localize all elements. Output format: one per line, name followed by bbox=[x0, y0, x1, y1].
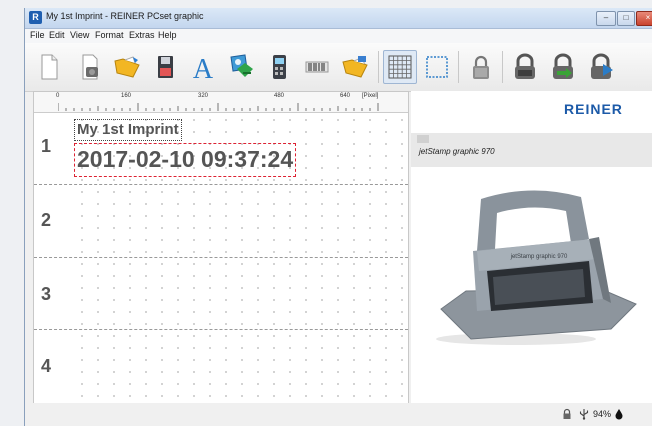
text-object-datetime[interactable]: 2017-02-10 09:37:24 bbox=[74, 143, 297, 177]
toolbar: A bbox=[25, 43, 652, 92]
ruler-label: 480 bbox=[274, 93, 285, 99]
toolbar-separator bbox=[502, 51, 503, 83]
close-button[interactable]: × bbox=[636, 11, 652, 26]
stamp-device-image: jetStamp graphic 970 bbox=[436, 190, 637, 345]
print-icon[interactable] bbox=[73, 51, 105, 83]
ruler-ticks bbox=[58, 103, 379, 111]
row-number: 4 bbox=[40, 356, 51, 376]
menu-help[interactable]: Help bbox=[158, 30, 177, 40]
row-separator bbox=[34, 184, 408, 185]
device-label: jetStamp graphic 970 bbox=[510, 254, 568, 260]
row-separator bbox=[34, 257, 408, 258]
ink-level-text: 94% bbox=[593, 409, 612, 419]
stamp-transfer-icon[interactable] bbox=[547, 51, 579, 83]
import-folder-icon[interactable] bbox=[339, 51, 371, 83]
ruler-label: 640 bbox=[340, 93, 351, 99]
menu-view[interactable]: View bbox=[70, 30, 89, 40]
imprint-editor[interactable]: 0 160 320 480 640 [Pixel] 1 2 3 4 My 1st… bbox=[33, 91, 409, 405]
product-band-icon bbox=[417, 135, 429, 143]
usb-icon bbox=[579, 409, 589, 420]
horizontal-ruler: 0 160 320 480 640 [Pixel] bbox=[34, 92, 408, 113]
ruler-label: 320 bbox=[198, 93, 209, 99]
svg-text:A: A bbox=[193, 54, 214, 83]
counter-tool-icon[interactable] bbox=[263, 51, 295, 83]
window-title: My 1st Imprint - REINER PCset graphic bbox=[46, 11, 204, 21]
new-document-icon[interactable] bbox=[33, 51, 65, 83]
frame-toggle-icon[interactable] bbox=[421, 51, 453, 83]
row-number: 1 bbox=[40, 136, 51, 156]
stamp-icon[interactable] bbox=[509, 51, 541, 83]
product-preview: REINER jetStamp graphic 970 jetStamp gra… bbox=[411, 91, 652, 403]
minimize-button[interactable]: – bbox=[596, 11, 616, 26]
lock-status-icon bbox=[563, 408, 571, 419]
app-window: R My 1st Imprint - REINER PCset graphic … bbox=[24, 8, 652, 426]
ruler-label: 160 bbox=[121, 93, 132, 99]
ruler-label: 0 bbox=[56, 93, 60, 99]
app-icon: R bbox=[29, 11, 42, 24]
ruler-unit-label: [Pixel] bbox=[362, 93, 379, 99]
maximize-button[interactable]: □ bbox=[617, 11, 635, 26]
toolbar-separator bbox=[458, 51, 459, 83]
text-object-title[interactable]: My 1st Imprint bbox=[74, 119, 182, 141]
menu-bar: File Edit View Format Extras Help bbox=[25, 29, 652, 43]
brand-logo: REINER bbox=[564, 101, 623, 117]
product-name: jetStamp graphic 970 bbox=[419, 147, 495, 156]
title-bar[interactable]: R My 1st Imprint - REINER PCset graphic … bbox=[25, 8, 652, 29]
open-folder-icon[interactable] bbox=[111, 51, 143, 83]
row-number: 2 bbox=[40, 210, 51, 230]
stamp-export-icon[interactable] bbox=[585, 51, 617, 83]
grid-toggle-icon[interactable] bbox=[383, 50, 417, 84]
save-disk-icon[interactable] bbox=[149, 51, 181, 83]
ink-drop-icon bbox=[615, 409, 623, 420]
lock-icon[interactable] bbox=[465, 51, 497, 83]
menu-file[interactable]: File bbox=[30, 30, 45, 40]
barcode-tool-icon[interactable] bbox=[301, 51, 333, 83]
menu-extras[interactable]: Extras bbox=[129, 30, 155, 40]
row-separator bbox=[34, 329, 408, 330]
menu-edit[interactable]: Edit bbox=[49, 30, 65, 40]
text-tool-icon[interactable]: A bbox=[187, 51, 219, 83]
status-bar: 94% bbox=[25, 403, 652, 426]
menu-format[interactable]: Format bbox=[95, 30, 124, 40]
row-number: 3 bbox=[40, 284, 51, 304]
image-tool-icon[interactable] bbox=[225, 51, 257, 83]
toolbar-separator bbox=[378, 51, 379, 83]
